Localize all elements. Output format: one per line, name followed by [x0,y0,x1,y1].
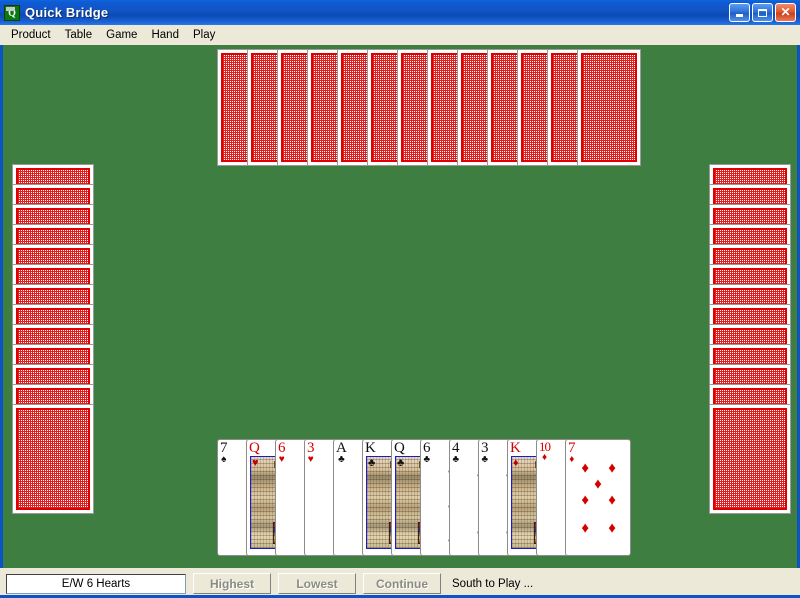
court-suit-icon: ♥ [252,457,259,469]
card-back-pattern [713,408,787,510]
pip-diamonds-icon: ♦ [581,519,590,537]
court-suit-icon: ♣ [397,457,405,469]
west-card-13[interactable] [12,404,94,514]
pip-diamonds-icon: ♦ [581,491,590,509]
pip-diamonds-icon: ♦ [608,491,616,509]
window-title: Quick Bridge [25,5,109,20]
continue-button[interactable]: Continue [363,573,441,594]
contract-field[interactable]: E/W 6 Hearts [6,573,186,594]
highest-button[interactable]: Highest [193,573,271,594]
minimize-icon [736,14,743,17]
status-message: South to Play ... [452,577,534,590]
card-rank: K [510,440,521,456]
court-suit-icon: ♣ [368,457,376,469]
menu-item-play[interactable]: Play [186,27,222,43]
card-rank: 6 [423,440,431,456]
menu-item-game[interactable]: Game [99,27,144,43]
quick-bridge-icon: Q [4,4,20,21]
card-rank: 4 [452,440,460,456]
window-controls: ✕ [729,3,798,22]
pip-diamonds-icon: ♦ [594,475,602,493]
status-bar: E/W 6 Hearts Highest Lowest Continue Sou… [0,568,800,598]
close-icon: ✕ [780,5,791,19]
north-card-13[interactable] [577,49,641,166]
app-icon-glyph: Q [8,8,16,19]
pip-diamonds-icon: ♦ [608,519,616,537]
pip-diamonds-icon: ♦ [581,459,590,476]
maximize-button[interactable] [752,3,773,22]
east-card-13[interactable] [709,404,791,514]
court-suit-icon: ♦ [513,457,519,469]
card-pips: ♦ ♦ ♦ ♦ ♦ ♦ ♦ [566,458,630,553]
card-rank: A [336,440,347,456]
south-card-7-diamonds[interactable]: 7 ♦ ♦ ♦ ♦ ♦ ♦ ♦ ♦ [565,439,631,556]
menu-item-table[interactable]: Table [58,27,100,43]
card-rank: Q [394,440,405,456]
card-rank: 7 [220,440,228,456]
card-table: 7♠♠♠♠Q♥♥6♥♥♥♥3♥♥♥A♣K♣♣Q♣♣6♣♣♣♣4♣♣♣3♣♣♣K♦… [0,45,800,568]
card-rank: Q [249,440,260,456]
maximize-icon [758,8,767,17]
card-rank: 3 [307,440,315,456]
pip-diamonds-icon: ♦ [608,459,616,476]
quick-bridge-window: Q Quick Bridge ✕ Product Table Game Hand Pla… [0,0,800,598]
menu-item-product[interactable]: Product [4,27,58,43]
menu-bar: Product Table Game Hand Play [0,25,800,45]
close-button[interactable]: ✕ [775,3,796,22]
card-rank: 7 [568,440,576,456]
minimize-button[interactable] [729,3,750,22]
card-back-pattern [581,53,637,162]
card-rank: 6 [278,440,286,456]
title-bar[interactable]: Q Quick Bridge ✕ [0,0,800,25]
card-back-pattern [16,408,90,510]
lowest-button[interactable]: Lowest [278,573,356,594]
menu-item-hand[interactable]: Hand [144,27,186,43]
card-rank: K [365,440,376,456]
card-rank: 3 [481,440,489,456]
